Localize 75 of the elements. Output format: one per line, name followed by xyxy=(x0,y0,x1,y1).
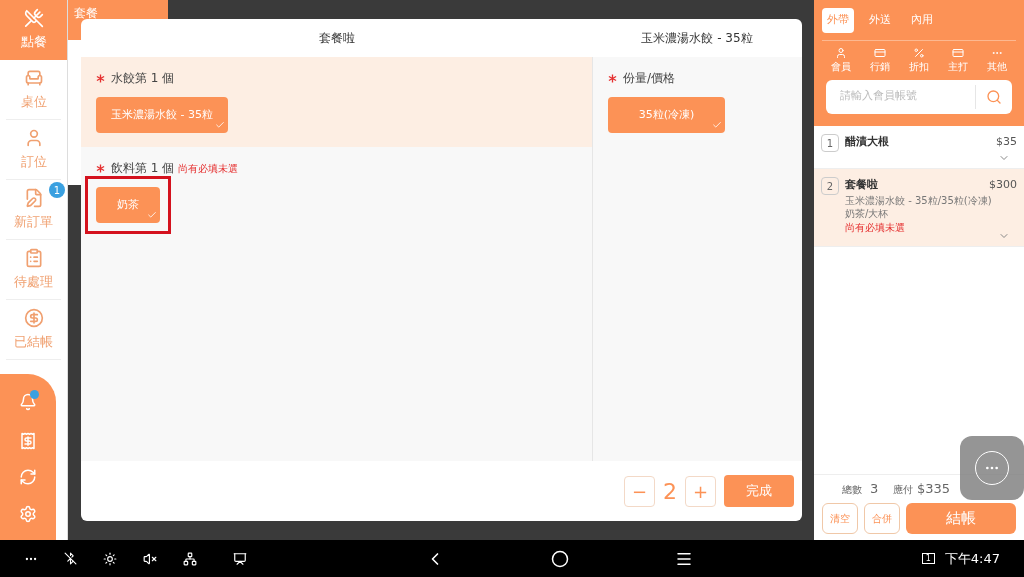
check-icon xyxy=(712,120,722,130)
sidebar-icon xyxy=(23,8,44,29)
tool-button[interactable]: 會員 xyxy=(831,58,852,74)
sidebar-item[interactable]: 新訂單 1 xyxy=(6,180,61,240)
checkout-button[interactable]: 結帳 xyxy=(906,503,1016,534)
tool-button[interactable]: 主打 xyxy=(947,58,968,74)
mute-icon[interactable] xyxy=(143,551,157,566)
group-label: 水餃第 1 個 xyxy=(111,70,175,87)
done-button[interactable]: 完成 xyxy=(724,475,794,507)
order-type-tab[interactable]: 外帶 xyxy=(822,8,854,33)
item-name: 醋漬大根 xyxy=(845,134,889,150)
item-number: 2 xyxy=(821,177,839,195)
item-price: $35 xyxy=(996,134,1017,150)
total-label: 總數 xyxy=(842,482,862,497)
sync-icon[interactable] xyxy=(19,468,37,487)
check-icon xyxy=(215,120,225,130)
search-box[interactable]: 請輸入會員帳號 xyxy=(826,79,1012,114)
warning-text: 尚有必填未選 xyxy=(845,220,906,235)
decrease-button[interactable]: − xyxy=(624,475,655,507)
floating-more-button[interactable] xyxy=(960,436,1024,500)
person-icon[interactable] xyxy=(835,46,848,59)
clock-time: 下午4:47 xyxy=(944,549,1000,568)
network-icon[interactable] xyxy=(183,551,197,566)
sidebar-icon xyxy=(23,307,44,328)
sidebar-item[interactable]: 桌位 xyxy=(6,60,61,120)
group-label: 飲料第 1 個 xyxy=(111,160,175,177)
cash-register-icon[interactable] xyxy=(19,431,37,450)
tool-button[interactable]: 其他 xyxy=(986,58,1007,74)
sidebar-item[interactable]: 訂位 xyxy=(6,120,61,180)
sidebar-label: 待處理 xyxy=(14,272,53,291)
item-detail: 奶茶/大杯 xyxy=(845,206,890,220)
sidebar-label: 新訂單 xyxy=(14,212,53,231)
sidebar-item[interactable]: 點餐 xyxy=(0,0,67,60)
warning-text: 尚有必填未選 xyxy=(178,161,239,176)
item-detail: 玉米濃湯水餃 - 35粒/35粒(冷凍) xyxy=(845,193,993,207)
option-button[interactable]: 玉米濃湯水餃 - 35粒 xyxy=(96,97,228,133)
sidebar-item[interactable]: 已結帳 xyxy=(6,300,61,360)
item-price: $300 xyxy=(989,177,1017,193)
sidebar-label: 桌位 xyxy=(20,92,47,111)
card-icon[interactable] xyxy=(874,46,887,59)
sidebar-item[interactable]: 待處理 xyxy=(6,240,61,300)
brightness-icon[interactable] xyxy=(103,551,117,566)
increase-button[interactable]: + xyxy=(685,475,716,507)
settings-icon[interactable] xyxy=(19,504,37,523)
order-type-tab[interactable]: 外送 xyxy=(864,8,896,33)
search-icon[interactable] xyxy=(986,88,1002,105)
home-icon[interactable] xyxy=(551,549,569,568)
detail-title: 玉米濃湯水餃 - 35粒 xyxy=(640,30,754,47)
sidebar-label: 訂位 xyxy=(20,152,47,171)
tool-button[interactable]: 行銷 xyxy=(870,58,891,74)
modal-title: 套餐啦 xyxy=(317,30,356,47)
member-search-field[interactable]: 請輸入會員帳號 xyxy=(826,88,975,105)
tool-button[interactable]: 折扣 xyxy=(909,58,929,74)
percent-icon[interactable] xyxy=(913,46,925,59)
due-amount: $335 xyxy=(916,480,950,499)
total-count: 3 xyxy=(870,480,879,499)
bluetooth-icon[interactable] xyxy=(64,552,77,565)
order-item[interactable]: 2 套餐啦 $300 玉米濃湯水餃 - 35粒/35粒(冷凍) 奶茶/大杯 尚有必填未選 xyxy=(814,169,1024,247)
sidebar-label: 已結帳 xyxy=(14,332,53,351)
check-icon xyxy=(147,210,157,220)
item-name: 套餐啦 xyxy=(845,177,878,193)
quantity-value: 2 xyxy=(662,477,678,506)
order-type-tab[interactable]: 內用 xyxy=(906,8,938,33)
window-count[interactable]: 1 xyxy=(921,553,935,564)
sidebar-label: 點餐 xyxy=(20,33,47,52)
presentation-icon[interactable] xyxy=(233,551,247,566)
card-icon[interactable] xyxy=(951,46,964,59)
item-number: 1 xyxy=(821,134,839,152)
due-label: 應付 xyxy=(892,482,913,497)
option-button[interactable]: 35粒(冷凍) xyxy=(608,97,725,133)
clear-button[interactable]: 清空 xyxy=(822,503,858,534)
count-badge: 1 xyxy=(49,182,65,198)
group-label: 份量/價格 xyxy=(623,70,676,87)
option-button[interactable]: 奶茶 xyxy=(96,187,160,223)
merge-button[interactable]: 合併 xyxy=(864,503,900,534)
